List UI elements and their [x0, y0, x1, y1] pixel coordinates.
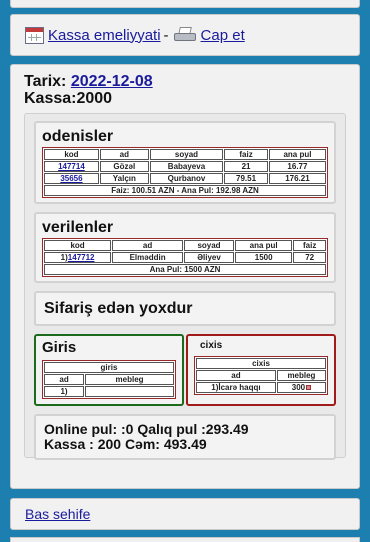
column-header: faiz: [293, 240, 326, 251]
bottom-panel-edge: [10, 537, 360, 542]
footer-nav: Bas sehife: [10, 498, 360, 530]
table-row: 1): [44, 386, 174, 397]
column-header: kod: [44, 240, 112, 251]
kassa-amount: Kassa:2000: [24, 90, 113, 107]
sifaris-text: Sifariş edən yoxdur: [44, 300, 193, 317]
column-header: soyad: [149, 149, 224, 160]
report-container: odenisler kod ad soyad faiz ana pul 1477…: [24, 113, 346, 460]
table-cell: 1): [44, 386, 85, 397]
table-cell: 176.21: [268, 173, 326, 184]
sifaris-section: Sifariş edən yoxdur: [34, 291, 336, 326]
table-cell: 1500: [234, 252, 293, 263]
cixis-table: cixis ad mebleg 1)İcarə haqqı 300: [194, 356, 328, 395]
verilenler-summary: Ana Pul: 1500 AZN: [44, 264, 326, 275]
column-header: soyad: [184, 240, 234, 251]
kod-link[interactable]: 147714: [58, 162, 85, 171]
table-cell: 300: [291, 383, 306, 392]
tarix-label: Tarix:: [24, 73, 71, 90]
row-number: 1): [60, 253, 68, 262]
table-cell: Yalçın: [99, 173, 149, 184]
verilenler-section: verilenler kod ad soyad ana pul faiz 1)1…: [34, 212, 336, 283]
top-panel-edge: [10, 0, 360, 8]
verilenler-title: verilenler: [42, 219, 114, 236]
column-header: ad: [99, 149, 149, 160]
top-nav: Kassa emeliyyati - Cap et: [10, 14, 360, 56]
cixis-title: cixis: [200, 340, 223, 351]
main-panel: Tarix: 2022-12-08 Kassa:2000 odenisler k…: [10, 64, 360, 489]
printer-icon: [172, 27, 198, 43]
giris-cixis-row: Giris giris ad mebleg 1) cixis cixis ad …: [34, 334, 336, 406]
table-cell: 72: [293, 252, 326, 263]
table-header-row: kod ad soyad faiz ana pul: [44, 149, 326, 160]
column-header: mebleg: [276, 370, 326, 381]
odenisler-table: kod ad soyad faiz ana pul 147714 Gözəl B…: [42, 147, 328, 198]
totals-line-2: Kassa : 200 Cəm: 493.49: [44, 436, 207, 452]
table-cell: Qurbanov: [149, 173, 224, 184]
odenisler-section: odenisler kod ad soyad faiz ana pul 1477…: [34, 121, 336, 204]
table-cell: 16.77: [268, 161, 326, 172]
date-line: Tarix: 2022-12-08: [24, 73, 346, 90]
table-cell: [85, 386, 174, 397]
table-cell: Elməddin: [112, 252, 184, 263]
table-cell: 21: [224, 161, 268, 172]
summary-row: Faiz: 100.51 AZN - Ana Pul: 192.98 AZN: [44, 185, 326, 196]
kod-link[interactable]: 147712: [68, 253, 95, 262]
table-row: 35656 Yalçın Qurbanov 79.51 176.21: [44, 173, 326, 184]
table-cell: Gözəl: [99, 161, 149, 172]
column-header: ad: [196, 370, 276, 381]
column-header: mebleg: [85, 374, 174, 385]
table-row: 147714 Gözəl Babayeva 21 16.77: [44, 161, 326, 172]
nav-separator: -: [163, 26, 169, 44]
home-link[interactable]: Bas sehife: [25, 506, 90, 522]
odenisler-summary: Faiz: 100.51 AZN - Ana Pul: 192.98 AZN: [44, 185, 326, 196]
table-title: giris: [44, 362, 174, 373]
table-header-row: ad mebleg: [196, 370, 326, 381]
cap-et-link[interactable]: Cap et: [201, 27, 245, 44]
calendar-icon: [25, 26, 44, 44]
column-header: faiz: [224, 149, 268, 160]
table-cell: 1)İcarə haqqı: [196, 382, 276, 393]
giris-title: Giris: [42, 339, 77, 356]
table-title: cixis: [196, 358, 326, 369]
table-cell: 79.51: [224, 173, 268, 184]
column-header: ana pul: [268, 149, 326, 160]
odenisler-title: odenisler: [42, 128, 114, 145]
column-header: ana pul: [234, 240, 293, 251]
column-header: ad: [112, 240, 184, 251]
totals-section: Online pul: :0 Qalıq pul :293.49 Kassa :…: [34, 414, 336, 460]
table-row: 1)147712 Elməddin Əliyev 1500 72: [44, 252, 326, 263]
table-cell: Əliyev: [184, 252, 234, 263]
giris-section: Giris giris ad mebleg 1): [34, 334, 184, 406]
table-header-row: ad mebleg: [44, 374, 174, 385]
totals-line-1: Online pul: :0 Qalıq pul :293.49: [44, 421, 249, 437]
kod-link[interactable]: 35656: [60, 174, 82, 183]
giris-table: giris ad mebleg 1): [42, 360, 176, 399]
date-link[interactable]: 2022-12-08: [71, 73, 153, 90]
summary-row: Ana Pul: 1500 AZN: [44, 264, 326, 275]
verilenler-table: kod ad soyad ana pul faiz 1)147712 Elməd…: [42, 238, 328, 277]
column-header: ad: [44, 374, 85, 385]
table-header-row: kod ad soyad ana pul faiz: [44, 240, 326, 251]
cixis-section: cixis cixis ad mebleg 1)İcarə haqqı 300: [186, 334, 336, 406]
column-header: kod: [44, 149, 99, 160]
table-cell: Babayeva: [149, 161, 224, 172]
table-row: 1)İcarə haqqı 300: [196, 382, 326, 393]
kassa-emeliyyati-link[interactable]: Kassa emeliyyati: [48, 27, 161, 44]
delete-icon[interactable]: [306, 385, 312, 391]
